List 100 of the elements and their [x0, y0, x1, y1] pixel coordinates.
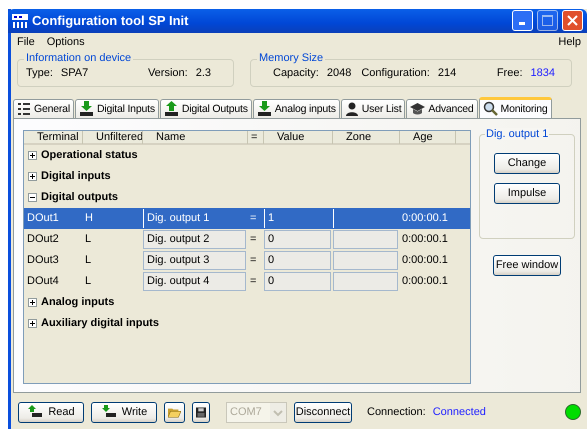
- tab[interactable]: General: [13, 98, 74, 118]
- column-header[interactable]: Name: [142, 130, 247, 144]
- table-cell-text: DOut1: [26, 211, 60, 226]
- group-label[interactable]: Analog inputs: [41, 296, 114, 308]
- tab[interactable]: User List: [340, 98, 406, 118]
- group-label[interactable]: Digital outputs: [41, 191, 118, 204]
- table-cell-text: 0:00:00.1: [401, 211, 449, 226]
- table-cell-text: =: [249, 211, 258, 226]
- name-field[interactable]: Dig. output 2: [143, 230, 246, 249]
- read-button[interactable]: Read: [18, 402, 84, 423]
- app-icon: [12, 12, 28, 29]
- folder-icon: [168, 406, 181, 419]
- table-cell-text: H: [84, 211, 94, 226]
- value-field[interactable]: 0: [264, 272, 331, 291]
- capacity-value: 2048: [326, 66, 352, 79]
- type-label: Type:: [26, 66, 53, 79]
- menu-item[interactable]: Options: [46, 36, 85, 48]
- expand-icon[interactable]: [28, 150, 37, 160]
- column-header[interactable]: Value: [263, 130, 332, 144]
- download-arrow-icon: [256, 101, 272, 116]
- open-button[interactable]: [164, 402, 185, 423]
- window-title: Configuration tool SP Init: [32, 13, 190, 28]
- tab[interactable]: Advanced: [406, 98, 478, 118]
- group-title: Memory Size: [257, 52, 326, 64]
- tab-label: Analog inputs: [274, 102, 336, 115]
- table-row[interactable]: DOut2 L Dig. output 2 = 0 0:00:00.1: [24, 228, 470, 250]
- search-icon: [482, 101, 498, 116]
- table-row[interactable]: DOut3 L Dig. output 3 = 0 0:00:00.1: [24, 250, 470, 271]
- tab-label: User List: [362, 102, 402, 115]
- maximize-button[interactable]: [537, 10, 558, 32]
- table-cell-text: DOut2: [26, 232, 60, 248]
- table-row[interactable]: DOut1 H Dig. output 1 = 1 0:00:00.1: [24, 208, 470, 229]
- name-field[interactable]: Dig. output 3: [143, 250, 246, 270]
- save-button[interactable]: [192, 402, 210, 423]
- minimize-button[interactable]: [512, 10, 533, 32]
- group-label[interactable]: Auxiliary digital inputs: [41, 317, 159, 330]
- tab[interactable]: Digital Outputs: [160, 98, 252, 118]
- value-field[interactable]: 1: [264, 208, 331, 228]
- tab-label: Digital Inputs: [96, 102, 155, 115]
- person-icon: [344, 102, 359, 116]
- configuration-value: 214: [438, 66, 456, 79]
- table-cell-text: L: [84, 232, 92, 248]
- value-field[interactable]: 0: [264, 250, 331, 270]
- table-cell-text: =: [249, 253, 258, 268]
- tab-label: Monitoring: [500, 102, 548, 115]
- tab[interactable]: Analog inputs: [252, 98, 340, 118]
- capacity-label: Capacity:: [273, 66, 319, 79]
- menu-item[interactable]: File: [17, 36, 35, 48]
- column-header[interactable]: Terminal: [24, 130, 82, 144]
- write-button[interactable]: Write: [91, 402, 157, 423]
- expand-icon[interactable]: [28, 172, 37, 181]
- menu-item[interactable]: Help: [558, 36, 581, 48]
- close-button[interactable]: [562, 10, 583, 32]
- table-cell-text: 0:00:00.1: [401, 253, 449, 268]
- connection-status: Connected: [432, 406, 486, 418]
- table-cell-text: 0:00:00.1: [401, 274, 449, 290]
- table-row[interactable]: DOut4 L Dig. output 4 = 0 0:00:00.1: [24, 270, 470, 292]
- group-title: Information on device: [24, 52, 134, 64]
- configuration-label: Configuration:: [361, 66, 430, 79]
- chip-download-icon: [100, 405, 117, 420]
- version-label: Version:: [148, 66, 188, 79]
- column-header[interactable]: =: [247, 130, 263, 144]
- graduation-cap-icon: [410, 102, 426, 115]
- download-arrow-icon: [78, 101, 94, 116]
- expand-icon[interactable]: [28, 298, 37, 307]
- chip-upload-icon: [27, 405, 44, 420]
- free-window-button[interactable]: Free window: [493, 254, 561, 276]
- action-button[interactable]: Impulse: [494, 182, 560, 204]
- column-header[interactable]: Unfiltered: [82, 130, 142, 144]
- free-label: Free:: [496, 66, 523, 79]
- table-cell-text: =: [249, 274, 258, 290]
- column-header[interactable]: Zone: [332, 130, 399, 144]
- group-label[interactable]: Operational status: [41, 149, 138, 162]
- close-icon: [567, 15, 578, 26]
- tab[interactable]: Digital Inputs: [74, 98, 159, 118]
- name-field[interactable]: Dig. output 4: [143, 272, 246, 291]
- table-cell-text: L: [84, 253, 92, 268]
- table-cell-text: L: [84, 274, 92, 290]
- tab-label: General: [34, 102, 70, 115]
- tab-label: Advanced: [428, 102, 474, 115]
- table-cell-text: DOut3: [26, 253, 60, 268]
- free-value: 1834: [530, 66, 555, 79]
- upload-arrow-icon: [164, 101, 179, 116]
- tab-label: Digital Outputs: [182, 102, 248, 115]
- table-cell-text: DOut4: [26, 274, 60, 290]
- disconnect-button[interactable]: Disconnect: [294, 402, 352, 423]
- connection-label: Connection:: [367, 406, 426, 418]
- table-cell-text: =: [249, 232, 258, 248]
- tab[interactable]: Monitoring: [478, 96, 552, 118]
- collapse-icon[interactable]: [28, 192, 37, 202]
- column-header[interactable]: Age: [399, 130, 455, 144]
- value-field[interactable]: 0: [264, 230, 331, 249]
- maximize-icon: [542, 15, 553, 26]
- type-value: SPA7: [60, 66, 88, 79]
- group-label[interactable]: Digital inputs: [41, 170, 111, 182]
- name-field[interactable]: Dig. output 1: [143, 208, 246, 228]
- action-button[interactable]: Change: [494, 152, 560, 174]
- list-icon: [17, 102, 31, 116]
- expand-icon[interactable]: [28, 318, 37, 328]
- group-title: Dig. output 1: [485, 128, 550, 140]
